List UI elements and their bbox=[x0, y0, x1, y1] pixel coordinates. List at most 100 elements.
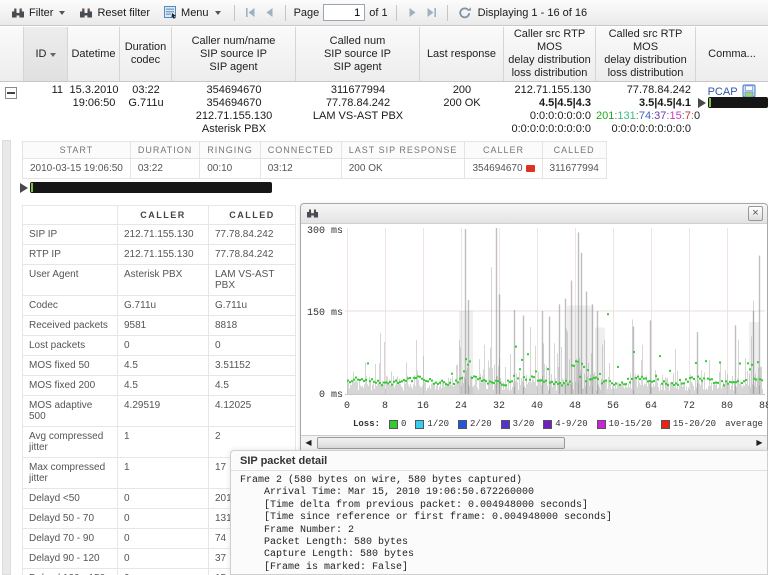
cell-comment: PCAP bbox=[696, 82, 768, 137]
legend-swatch bbox=[389, 420, 398, 429]
sort-desc-icon bbox=[50, 53, 56, 57]
summary-start: 2010-03-15 19:06:50 bbox=[23, 159, 131, 179]
menu-button[interactable]: Menu bbox=[159, 4, 226, 21]
stat-label: Delayd 70 - 90 bbox=[23, 529, 118, 549]
call-audio-player bbox=[20, 182, 272, 193]
stat-caller-value: 1 bbox=[118, 427, 209, 458]
stat-caller-value: 1 bbox=[118, 458, 209, 489]
legend-item: 4-9/20 bbox=[543, 419, 587, 429]
reset-filter-button-label: Reset filter bbox=[97, 7, 150, 19]
header-caller-rtp-mos[interactable]: Caller src RTP MOS delay distribution lo… bbox=[504, 27, 596, 81]
stat-caller-value: 0 bbox=[118, 509, 209, 529]
save-pcap-icon[interactable] bbox=[742, 84, 756, 98]
cell-called: 311677994 77.78.84.242 LAM VS-AST PBX bbox=[296, 82, 420, 137]
rtp-stats-row: User Agent Asterisk PBX LAM VS-AST PBX bbox=[23, 265, 296, 296]
rtp-stats-row: MOS fixed 200 4.5 4.5 bbox=[23, 376, 296, 396]
stat-called-value: 0 bbox=[209, 336, 296, 356]
legend-item: 0 bbox=[389, 419, 406, 429]
legend-swatch bbox=[543, 420, 552, 429]
summary-caller: 354694670 bbox=[465, 159, 542, 179]
rtp-stats-row: RTP IP 212.71.155.130 77.78.84.242 bbox=[23, 245, 296, 265]
rtp-stats-header: CALLER CALLED bbox=[23, 206, 296, 225]
header-datetime[interactable]: Datetime bbox=[68, 27, 120, 81]
delay-distribution-colored: 201:131:74:37:15:7:0 bbox=[596, 110, 691, 123]
header-last-response[interactable]: Last response bbox=[420, 27, 504, 81]
rtp-stats-row: MOS adaptive 500 4.29519 4.12025 bbox=[23, 396, 296, 427]
call-record-row[interactable]: 11 15.3.2010 19:06:50 03:22 G.711u 35469… bbox=[0, 82, 768, 137]
prev-page-button[interactable] bbox=[262, 6, 277, 19]
stat-caller-value: 0 bbox=[118, 489, 209, 509]
summary-called: 311677994 bbox=[542, 159, 606, 179]
legend-label: Loss: bbox=[353, 419, 380, 429]
x-tick-label: 24 bbox=[455, 401, 467, 412]
cell-last-response: 200 200 OK bbox=[420, 82, 504, 137]
ytick-150: 150 ms bbox=[303, 308, 343, 319]
stat-label: MOS fixed 200 bbox=[23, 376, 118, 396]
cell-called-rtp-mos: 77.78.84.242 3.5|4.5|4.1 201:131:74:37:1… bbox=[596, 82, 696, 137]
header-duration-codec[interactable]: Duration codec bbox=[120, 27, 172, 81]
sip-packet-detail-panel: SIP packet detail Frame 2 (580 bytes on … bbox=[230, 450, 768, 575]
toolbar-separator bbox=[447, 5, 448, 21]
stat-caller-value: 9581 bbox=[118, 316, 209, 336]
legend-item: 10-15/20 bbox=[597, 419, 652, 429]
x-tick-label: 8 bbox=[382, 401, 388, 412]
header-called-rtp-mos[interactable]: Called src RTP MOS delay distribution lo… bbox=[596, 27, 696, 81]
stat-label: Delayd <50 bbox=[23, 489, 118, 509]
filter-button[interactable]: Filter bbox=[6, 5, 70, 21]
stat-caller-value: 0 bbox=[118, 549, 209, 569]
last-page-button[interactable] bbox=[424, 6, 439, 19]
stat-label: Delayd 50 - 70 bbox=[23, 509, 118, 529]
rtp-stats-row: MOS fixed 50 4.5 3.51152 bbox=[23, 356, 296, 376]
audio-progress-bar[interactable] bbox=[30, 182, 272, 193]
collapse-row-icon[interactable] bbox=[5, 87, 17, 99]
x-tick-label: 0 bbox=[344, 401, 350, 412]
play-icon[interactable] bbox=[20, 183, 28, 193]
close-icon[interactable]: × bbox=[748, 206, 763, 221]
play-icon[interactable] bbox=[698, 98, 706, 108]
scroll-left-arrow[interactable]: ◀ bbox=[301, 436, 316, 450]
stat-caller-value: Asterisk PBX bbox=[118, 265, 209, 296]
legend-item: 2/20 bbox=[458, 419, 492, 429]
page-input[interactable] bbox=[323, 4, 365, 21]
cell-duration-codec: 03:22 G.711u bbox=[120, 82, 172, 137]
stat-label: MOS adaptive 500 bbox=[23, 396, 118, 427]
chart-titlebar[interactable] bbox=[301, 204, 767, 224]
reset-filter-button[interactable]: Reset filter bbox=[74, 5, 155, 21]
sip-panel-title: SIP packet detail bbox=[231, 451, 767, 471]
header-id[interactable]: ID bbox=[24, 27, 68, 81]
legend-suffix: average pac bbox=[725, 419, 765, 429]
filter-button-label: Filter bbox=[29, 7, 53, 19]
refresh-button[interactable] bbox=[456, 5, 474, 20]
column-called: CALLED bbox=[209, 206, 296, 225]
stat-caller-value: 0 bbox=[118, 529, 209, 549]
rtp-stats-row: Lost packets 0 0 bbox=[23, 336, 296, 356]
sip-packet-text: Frame 2 (580 bytes on wire, 580 bytes ca… bbox=[231, 471, 767, 575]
stat-caller-value: G.711u bbox=[118, 296, 209, 316]
header-caller[interactable]: Caller num/name SIP source IP SIP agent bbox=[172, 27, 296, 81]
stat-called-value: LAM VS-AST PBX bbox=[209, 265, 296, 296]
stat-label: Received packets bbox=[23, 316, 118, 336]
row-audio-player bbox=[698, 97, 768, 108]
scrollbar-thumb[interactable] bbox=[317, 437, 565, 449]
chevron-down-icon bbox=[59, 11, 65, 15]
rtp-stats-row: Codec G.711u G.711u bbox=[23, 296, 296, 316]
row-expand-cell bbox=[0, 82, 24, 137]
rtp-stats-row: Received packets 9581 8818 bbox=[23, 316, 296, 336]
audio-progress-bar[interactable] bbox=[708, 97, 768, 108]
header-called[interactable]: Called num SIP source IP SIP agent bbox=[296, 27, 420, 81]
jitter-plot bbox=[345, 226, 765, 398]
expanded-row-gutter bbox=[2, 140, 11, 575]
cell-caller: 354694670 354694670 212.71.155.130 Aster… bbox=[172, 82, 296, 137]
binoculars-icon bbox=[11, 7, 25, 19]
header-expand-column bbox=[0, 27, 24, 81]
page-label: Page bbox=[294, 7, 320, 19]
scroll-right-arrow[interactable]: ▶ bbox=[752, 436, 767, 450]
next-page-button[interactable] bbox=[405, 6, 420, 19]
toolbar-separator bbox=[285, 5, 286, 21]
displaying-status: Displaying 1 - 16 of 16 bbox=[478, 7, 587, 19]
stat-caller-value: 0 bbox=[118, 569, 209, 575]
call-summary-table: START DURATION RINGING CONNECTED LAST SI… bbox=[22, 141, 607, 179]
first-page-button[interactable] bbox=[243, 6, 258, 19]
header-comment[interactable]: Comma... bbox=[696, 27, 768, 81]
summary-last-sip-response: 200 OK bbox=[341, 159, 465, 179]
